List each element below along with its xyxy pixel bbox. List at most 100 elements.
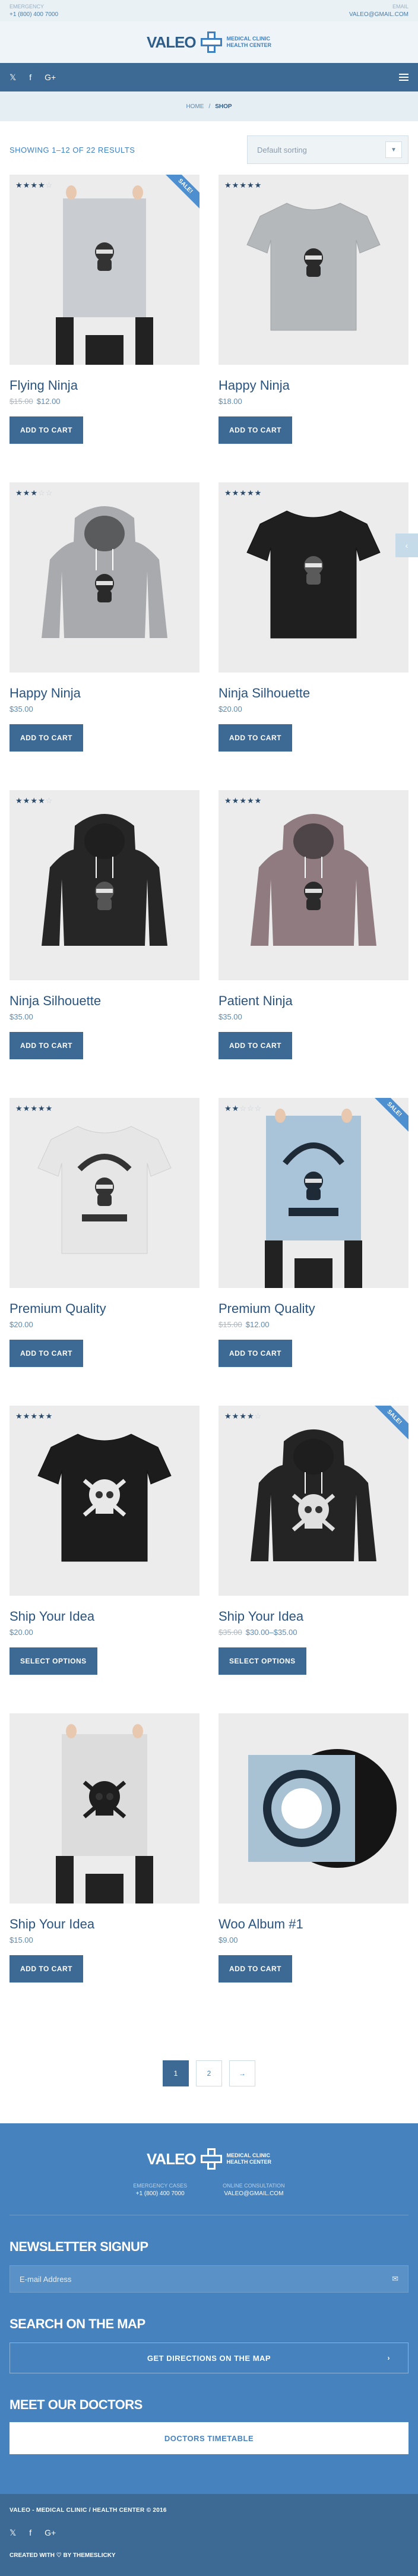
add-to-cart-button[interactable]: ADD TO CART <box>10 1340 83 1367</box>
product-price: $35.00 $30.00–$35.00 <box>218 1628 408 1637</box>
google-plus-icon[interactable]: G+ <box>45 72 56 83</box>
select-options-button[interactable]: SELECT OPTIONS <box>218 1647 306 1675</box>
product-price: $20.00 <box>10 1320 200 1329</box>
product-image[interactable]: ★★★★★ <box>218 482 408 673</box>
product-price: $18.00 <box>218 397 408 406</box>
logo-tagline-1: MEDICAL CLINIC <box>226 36 270 42</box>
site-footer: VALEO MEDICAL CLINIC HEALTH CENTER EMERG… <box>0 2123 418 2494</box>
star-rating: ★★★☆☆ <box>15 488 53 497</box>
product-title[interactable]: Patient Ninja <box>218 993 408 1009</box>
sort-select[interactable]: Default sorting ▼ <box>247 135 408 164</box>
footer-contact-right-value[interactable]: VALEO@GMAIL.COM <box>223 2190 285 2198</box>
product-price: $20.00 <box>10 1628 200 1637</box>
footer-contact-left-value[interactable]: +1 (800) 400 7000 <box>133 2190 187 2198</box>
site-logo[interactable]: VALEO MEDICAL CLINIC HEALTH CENTER <box>147 30 271 54</box>
star-rating: ★★☆☆☆ <box>224 1104 262 1113</box>
add-to-cart-button[interactable]: ADD TO CART <box>218 1955 292 1982</box>
top-email-value[interactable]: VALEO@GMAIL.COM <box>349 11 408 18</box>
page-1[interactable]: 1 <box>163 2060 189 2086</box>
footer-logo-text: VALEO <box>147 2149 197 2168</box>
page-2[interactable]: 2 <box>196 2060 222 2086</box>
footer-logo[interactable]: VALEO MEDICAL CLINIC HEALTH CENTER <box>10 2147 408 2171</box>
product-title[interactable]: Happy Ninja <box>218 378 408 393</box>
product-title[interactable]: Flying Ninja <box>10 378 200 393</box>
product-title[interactable]: Premium Quality <box>10 1301 200 1317</box>
breadcrumb-current: SHOP <box>215 103 232 110</box>
add-to-cart-button[interactable]: ADD TO CART <box>10 1032 83 1059</box>
current-price: $30.00–$35.00 <box>245 1628 297 1637</box>
add-to-cart-button[interactable]: ADD TO CART <box>10 416 83 444</box>
product-image[interactable]: ★★★☆☆ <box>10 482 200 673</box>
facebook-icon[interactable]: f <box>29 2528 31 2538</box>
footer-social-links: 𝕏 f G+ <box>10 2528 408 2538</box>
twitter-icon[interactable]: 𝕏 <box>10 2528 16 2538</box>
hamburger-icon[interactable] <box>399 74 408 81</box>
product-title[interactable]: Ship Your Idea <box>10 1917 200 1932</box>
select-options-button[interactable]: SELECT OPTIONS <box>10 1647 97 1675</box>
product-image[interactable]: ★★★★★ <box>218 175 408 365</box>
top-phone-value[interactable]: +1 (800) 400 7000 <box>10 11 58 18</box>
chevron-right-icon: › <box>387 2354 390 2362</box>
product-price: $35.00 <box>10 1012 200 1021</box>
product-title[interactable]: Ninja Silhouette <box>218 686 408 701</box>
product-title[interactable]: Ninja Silhouette <box>10 993 200 1009</box>
created-by-text[interactable]: CREATED WITH ♡ BY THEMESLICKY <box>10 2552 408 2559</box>
get-directions-button[interactable]: GET DIRECTIONS ON THE MAP › <box>10 2343 408 2373</box>
logo-text: VALEO <box>147 33 197 51</box>
pagination: 1 2 → <box>0 2060 418 2086</box>
product-image[interactable]: ★★★★★ <box>10 1098 200 1288</box>
add-to-cart-button[interactable]: ADD TO CART <box>10 1955 83 1982</box>
product-title[interactable]: Happy Ninja <box>10 686 200 701</box>
product-price: $35.00 <box>218 1012 408 1021</box>
twitter-icon[interactable]: 𝕏 <box>10 72 16 83</box>
product-image[interactable] <box>10 1713 200 1903</box>
product-card: ★★★★★ Ship Your Idea $20.00 SELECT OPTIONS <box>10 1406 200 1713</box>
google-plus-icon[interactable]: G+ <box>45 2528 56 2538</box>
doctors-title: MEET OUR DOCTORS <box>10 2397 142 2412</box>
newsletter-email-input[interactable]: E-mail Address ✉ <box>10 2265 408 2293</box>
footer-contact-right: ONLINE CONSULTATION VALEO@GMAIL.COM <box>223 2182 285 2198</box>
product-illustration <box>37 1434 172 1562</box>
next-page-button[interactable]: → <box>229 2060 255 2086</box>
main-navbar: 𝕏 f G+ <box>0 63 418 91</box>
copyright-text: VALEO - MEDICAL CLINIC / HEALTH CENTER ©… <box>10 2507 167 2514</box>
star-rating: ★★★★★ <box>224 488 262 497</box>
product-image[interactable]: ★★★★★ <box>10 1406 200 1596</box>
chevron-down-icon: ▼ <box>385 141 402 158</box>
product-image[interactable]: ★★☆☆☆ SALE! <box>218 1098 408 1288</box>
envelope-icon[interactable]: ✉ <box>392 2274 398 2284</box>
map-title: SEARCH ON THE MAP <box>10 2316 145 2331</box>
add-to-cart-button[interactable]: ADD TO CART <box>218 724 292 752</box>
product-illustration <box>42 506 167 638</box>
product-illustration <box>246 510 381 639</box>
breadcrumb-separator: / <box>208 103 211 110</box>
add-to-cart-button[interactable]: ADD TO CART <box>218 1340 292 1367</box>
product-image[interactable]: ★★★★★ <box>218 790 408 980</box>
add-to-cart-button[interactable]: ADD TO CART <box>218 1032 292 1059</box>
product-title[interactable]: Woo Album #1 <box>218 1917 408 1932</box>
add-to-cart-button[interactable]: ADD TO CART <box>218 416 292 444</box>
shop-toolbar: SHOWING 1–12 OF 22 RESULTS Default sorti… <box>0 134 418 165</box>
breadcrumb-home[interactable]: HOME <box>186 103 204 110</box>
product-illustration <box>251 814 376 946</box>
product-image[interactable] <box>218 1713 408 1903</box>
product-title[interactable]: Premium Quality <box>218 1301 408 1317</box>
product-illustration <box>248 1749 397 1868</box>
product-card: ★★★★★ Ninja Silhouette $20.00 ADD TO CART <box>218 482 408 790</box>
footer-logo-tagline-1: MEDICAL CLINIC <box>226 2152 270 2158</box>
side-panel-toggle[interactable]: ‹ <box>395 533 418 557</box>
star-rating: ★★★★★ <box>224 796 262 805</box>
product-image[interactable]: ★★★★☆ SALE! <box>10 175 200 365</box>
top-contact-bar: EMERGENCY +1 (800) 400 7000 EMAIL VALEO@… <box>0 0 418 21</box>
add-to-cart-button[interactable]: ADD TO CART <box>10 724 83 752</box>
newsletter-placeholder: E-mail Address <box>20 2274 72 2284</box>
product-card: ★★★☆☆ Happy Ninja $35.00 ADD TO CART <box>10 482 200 790</box>
product-card: ★★★★★ Patient Ninja $35.00 ADD TO CART <box>218 790 408 1098</box>
product-title[interactable]: Ship Your Idea <box>10 1609 200 1624</box>
product-title[interactable]: Ship Your Idea <box>218 1609 408 1624</box>
product-grid: ★★★★☆ SALE! Flying Ninja $15.00 $12.00 ADD TO… <box>0 175 418 2021</box>
product-image[interactable]: ★★★★☆ SALE! <box>218 1406 408 1596</box>
product-image[interactable]: ★★★★☆ <box>10 790 200 980</box>
facebook-icon[interactable]: f <box>29 72 31 83</box>
doctors-timetable-button[interactable]: DOCTORS TIMETABLE <box>10 2422 408 2454</box>
